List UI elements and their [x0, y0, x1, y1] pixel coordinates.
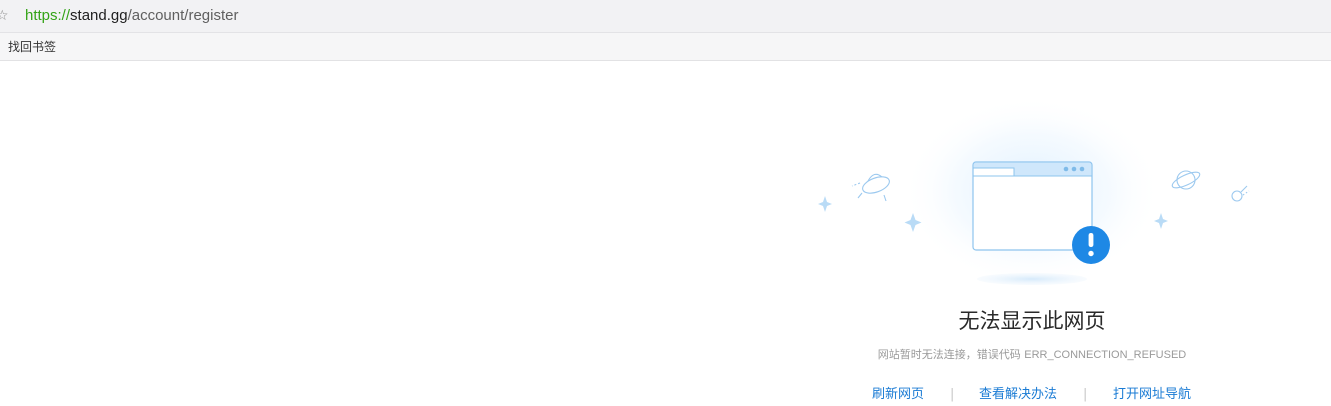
- error-description: 网站暂时无法连接，错误代码 ERR_CONNECTION_REFUSED: [832, 348, 1232, 362]
- error-actions: 刷新网页 | 查看解决办法 | 打开网址导航: [0, 386, 1331, 406]
- error-description-text: 网站暂时无法连接，错误代码: [877, 348, 1025, 361]
- exclamation-icon: [1072, 226, 1110, 264]
- bookmarks-bar: 找回书签: [0, 33, 1331, 61]
- view-solutions-link[interactable]: 查看解决办法: [979, 386, 1057, 404]
- refresh-page-link[interactable]: 刷新网页: [872, 386, 924, 404]
- bookmark-item-recover-bookmarks[interactable]: 找回书签: [8, 39, 56, 55]
- url-scheme: https://: [25, 7, 71, 24]
- action-separator: |: [950, 387, 955, 402]
- error-page: 无法显示此网页 网站暂时无法连接，错误代码 ERR_CONNECTION_REF…: [0, 61, 1331, 402]
- star-icon[interactable]: ☆: [0, 8, 10, 24]
- url-field[interactable]: https://stand.gg/account/register: [25, 7, 238, 25]
- error-code: ERR_CONNECTION_REFUSED: [1024, 349, 1187, 361]
- open-url-navigation-link[interactable]: 打开网址导航: [1113, 386, 1191, 404]
- url-path: /account/register: [127, 7, 239, 24]
- comet-icon: [1231, 185, 1250, 202]
- planet-icon: [1171, 170, 1201, 190]
- url-host: stand.gg: [70, 7, 128, 24]
- error-illustration: [818, 101, 1250, 286]
- address-bar[interactable]: ☆ https://stand.gg/account/register: [0, 0, 1331, 33]
- ufo-icon: [851, 173, 890, 202]
- error-title: 无法显示此网页: [958, 309, 1106, 333]
- action-separator: |: [1083, 387, 1088, 402]
- window-shadow: [977, 273, 1087, 285]
